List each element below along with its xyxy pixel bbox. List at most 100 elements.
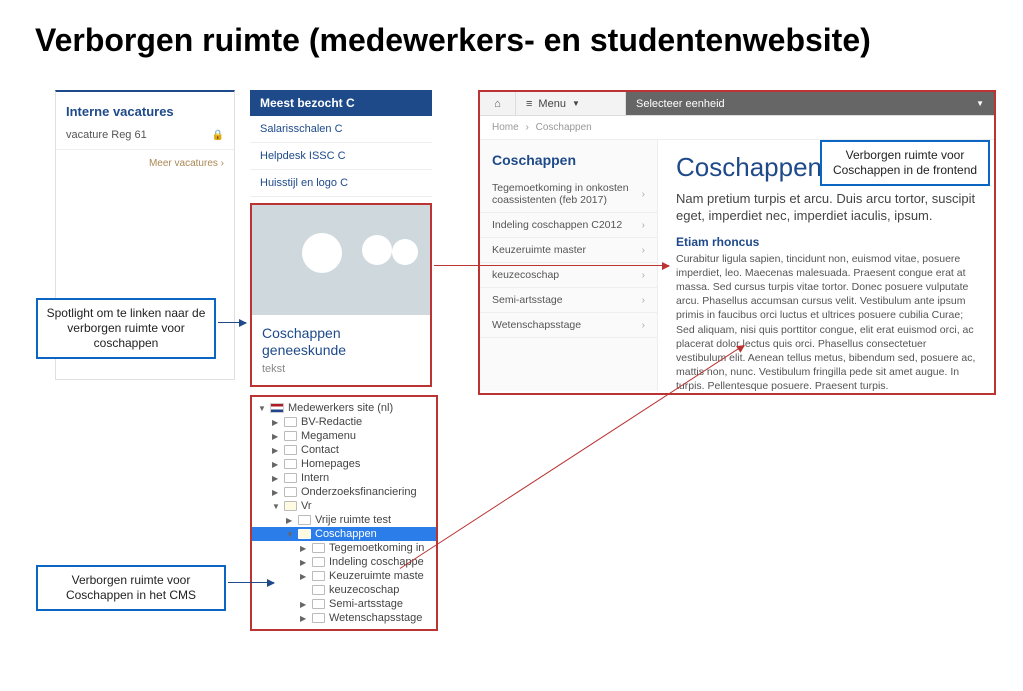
folder-icon — [312, 571, 325, 581]
tree-item[interactable]: ▶Megamenu — [252, 429, 436, 443]
caret-right-icon: ▶ — [272, 418, 280, 427]
arrow-icon — [228, 582, 274, 583]
sidenav-label: Indeling coschappen C2012 — [492, 219, 622, 231]
caret-right-icon: ▶ — [272, 432, 280, 441]
folder-icon — [312, 599, 325, 609]
caret-right-icon: ▶ — [272, 474, 280, 483]
tree-label: Onderzoeksfinanciering — [301, 486, 417, 498]
meer-vacatures-link[interactable]: Meer vacatures › — [56, 150, 234, 177]
sidenav-item[interactable]: Wetenschapsstage › — [480, 313, 657, 338]
sidenav-item[interactable]: Tegemoetkoming in onkosten coassistenten… — [480, 176, 657, 213]
chevron-right-icon: › — [642, 320, 645, 331]
content-intro: Nam pretium turpis et arcu. Duis arcu to… — [676, 191, 976, 225]
caret-right-icon: ▶ — [272, 446, 280, 455]
selecteer-eenheid-dropdown[interactable]: Selecteer eenheid ▼ — [626, 92, 994, 115]
tree-item[interactable]: ▶Homepages — [252, 457, 436, 471]
tree-item[interactable]: ▶Wetenschapsstage — [252, 611, 436, 625]
tree-label: Coschappen — [315, 528, 377, 540]
lock-icon: 🔒 — [212, 130, 224, 141]
chevron-right-icon: › — [642, 295, 645, 306]
caret-down-icon: ▼ — [286, 530, 294, 539]
tree-item[interactable]: ▶Semi-artsstage — [252, 597, 436, 611]
tree-label: Keuzeruimte maste — [329, 570, 424, 582]
frontend-topbar: ⌂ ≡ Menu ▼ Selecteer eenheid ▼ — [480, 92, 994, 116]
breadcrumb-current: Coschappen — [536, 122, 592, 133]
sidenav-label: Wetenschapsstage — [492, 319, 581, 331]
tree-label: Semi-artsstage — [329, 598, 403, 610]
folder-icon — [312, 543, 325, 553]
meest-item[interactable]: Salarisschalen C — [250, 116, 432, 143]
menu-icon: ≡ — [526, 98, 532, 110]
sidenav-label: keuzecoschap — [492, 269, 559, 281]
folder-icon — [312, 585, 325, 595]
chevron-down-icon: ▼ — [976, 99, 984, 108]
caret-right-icon: ▶ — [272, 460, 280, 469]
sidenav-label: Keuzeruimte master — [492, 244, 586, 256]
nl-flag-icon — [270, 403, 284, 413]
spotlight-image — [252, 205, 430, 315]
chevron-right-icon: › — [642, 220, 645, 231]
sidenav-item[interactable]: Indeling coschappen C2012 › — [480, 213, 657, 238]
caret-right-icon: ▶ — [300, 572, 308, 581]
sidenav-item[interactable]: keuzecoschap› — [480, 263, 657, 288]
folder-icon — [312, 613, 325, 623]
vacature-label: vacature Reg 61 — [66, 129, 147, 141]
sidenav-item[interactable]: Keuzeruimte master › — [480, 238, 657, 263]
caret-right-icon: ▶ — [300, 558, 308, 567]
tree-item-coschappen[interactable]: ▼ Coschappen — [252, 527, 436, 541]
folder-icon — [312, 557, 325, 567]
chevron-right-icon: › — [642, 189, 645, 200]
breadcrumb-home[interactable]: Home — [492, 122, 519, 133]
cms-tree: ▼ Medewerkers site (nl) ▶BV-Redactie ▶Me… — [250, 395, 438, 631]
folder-icon — [284, 487, 297, 497]
folder-icon — [298, 515, 311, 525]
chevron-right-icon: › — [642, 245, 645, 256]
content-body: Curabitur ligula sapien, tincidunt non, … — [676, 252, 976, 394]
annotation-cms: Verborgen ruimte voor Coschappen in het … — [36, 565, 226, 611]
meest-item[interactable]: Helpdesk ISSC C — [250, 143, 432, 170]
tree-label: Medewerkers site (nl) — [288, 402, 393, 414]
caret-right-icon: ▶ — [286, 516, 294, 525]
menu-dropdown[interactable]: ≡ Menu ▼ — [516, 92, 626, 115]
tree-label: Vrije ruimte test — [315, 514, 391, 526]
tree-label: BV-Redactie — [301, 416, 362, 428]
folder-icon — [284, 473, 297, 483]
slide-title: Verborgen ruimte (medewerkers- en studen… — [35, 22, 871, 59]
tree-item[interactable]: ▶ BV-Redactie — [252, 415, 436, 429]
tree-label: Intern — [301, 472, 329, 484]
tree-item[interactable]: keuzecoschap — [252, 583, 436, 597]
tree-root[interactable]: ▼ Medewerkers site (nl) — [252, 401, 436, 415]
sidenav-label: Semi-artsstage — [492, 294, 563, 306]
caret-right-icon: ▶ — [272, 488, 280, 497]
caret-right-icon: ▶ — [300, 544, 308, 553]
annotation-spotlight: Spotlight om te linken naar de verborgen… — [36, 298, 216, 359]
tree-label: Tegemoetkoming in — [329, 542, 424, 554]
meest-bezocht-panel: Meest bezocht C Salarisschalen C Helpdes… — [250, 90, 432, 387]
arrow-icon — [218, 322, 246, 323]
tree-item[interactable]: ▶ Intern — [252, 471, 436, 485]
sidenav-item[interactable]: Semi-artsstage › — [480, 288, 657, 313]
tree-item[interactable]: ▶Contact — [252, 443, 436, 457]
tree-item[interactable]: ▶ Onderzoeksfinanciering — [252, 485, 436, 499]
spotlight-text: tekst — [262, 363, 420, 375]
tree-item[interactable]: ▶ Keuzeruimte maste — [252, 569, 436, 583]
tree-item-vr[interactable]: ▼Vr — [252, 499, 436, 513]
home-button[interactable]: ⌂ — [480, 92, 516, 115]
tree-item[interactable]: ▶ Tegemoetkoming in — [252, 541, 436, 555]
folder-icon — [284, 445, 297, 455]
annotation-frontend: Verborgen ruimte voor Coschappen in de f… — [820, 140, 990, 186]
caret-down-icon: ▼ — [272, 502, 280, 511]
folder-open-icon — [284, 501, 297, 511]
vacature-row[interactable]: vacature Reg 61 🔒 — [56, 125, 234, 150]
meest-item[interactable]: Huisstijl en logo C — [250, 170, 432, 197]
caret-down-icon: ▼ — [258, 404, 266, 413]
folder-icon — [284, 417, 297, 427]
sidenav-label: Tegemoetkoming in onkosten coassistenten… — [492, 182, 642, 206]
sidenav-title: Coschappen — [480, 140, 657, 176]
folder-icon — [284, 459, 297, 469]
caret-right-icon: ▶ — [300, 614, 308, 623]
content-h2: Etiam rhoncus — [676, 235, 976, 249]
tree-item[interactable]: ▶ Vrije ruimte test — [252, 513, 436, 527]
spotlight-card[interactable]: Coschappen geneeskunde tekst — [250, 203, 432, 387]
selecteer-label: Selecteer eenheid — [636, 98, 725, 110]
